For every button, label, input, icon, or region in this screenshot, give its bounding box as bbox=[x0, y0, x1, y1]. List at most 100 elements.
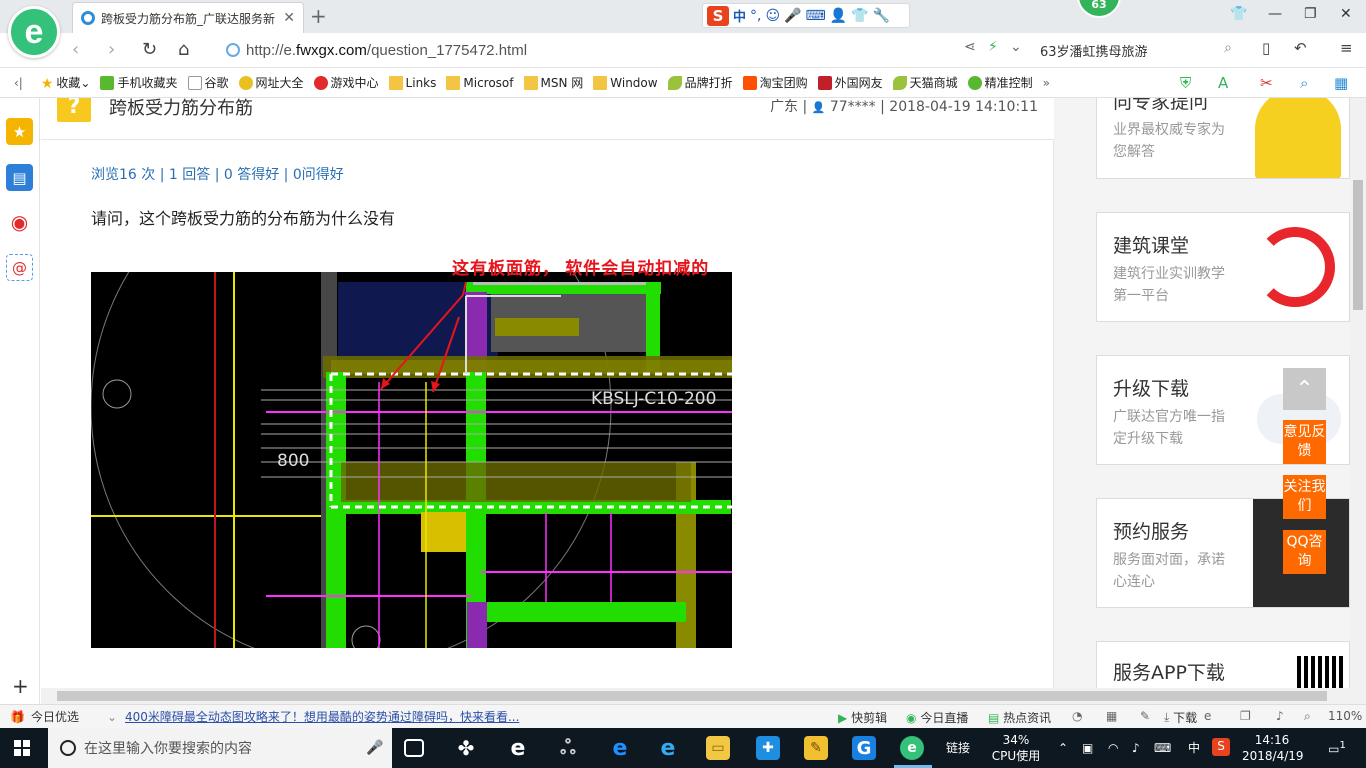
shield-icon[interactable]: ⛨ bbox=[1180, 74, 1191, 92]
browser-e-icon[interactable]: e bbox=[506, 736, 530, 761]
clock[interactable]: 14:16 2018/4/19 bbox=[1242, 732, 1304, 764]
live-today[interactable]: ◉ 今日直播 bbox=[906, 709, 968, 726]
site-security-icon[interactable] bbox=[226, 43, 240, 57]
volume-icon[interactable]: ♪ bbox=[1132, 740, 1140, 756]
sogou-icon[interactable]: S bbox=[707, 5, 729, 26]
search-icon[interactable]: ⌕ bbox=[1224, 40, 1232, 56]
ime-toolbar[interactable]: S 中 °, ☺ 🎤 ⌨ 👤 👕 🔧 bbox=[702, 3, 910, 28]
microphone-icon[interactable]: 🎤 bbox=[784, 8, 801, 24]
ime-indicator[interactable]: 中 bbox=[1188, 740, 1200, 756]
bookmark-item[interactable]: Links bbox=[388, 75, 436, 90]
scroll-thumb[interactable] bbox=[57, 691, 1327, 701]
ime-mode-label[interactable]: 中 bbox=[733, 6, 746, 25]
search-tool-icon[interactable]: ⌕ bbox=[1300, 74, 1308, 92]
bookmark-item[interactable]: 谷歌 bbox=[187, 74, 229, 91]
restore-icon[interactable]: ❐ bbox=[1304, 6, 1317, 22]
home-icon[interactable]: ⌂ bbox=[178, 39, 189, 60]
bookmark-item[interactable]: 手机收藏夹 bbox=[100, 74, 178, 91]
zoom-level[interactable]: 110% bbox=[1328, 709, 1362, 723]
sogou-tray-icon[interactable]: S bbox=[1212, 738, 1230, 756]
edge-icon[interactable]: e bbox=[608, 736, 632, 761]
scroll-thumb[interactable] bbox=[1353, 180, 1363, 310]
reading-list-icon[interactable]: ▤ bbox=[6, 164, 33, 191]
ie-icon[interactable]: e bbox=[656, 736, 680, 761]
browser-active-icon[interactable]: e bbox=[900, 736, 924, 760]
bookmark-item[interactable]: 精准控制 bbox=[967, 74, 1033, 91]
bookmarks-toggle-icon[interactable]: ‹| bbox=[14, 76, 23, 90]
zoom-icon[interactable]: ⌕ bbox=[1304, 709, 1311, 724]
back-to-top-icon[interactable]: ⌃ bbox=[1283, 368, 1326, 410]
share-icon[interactable]: ⋖ bbox=[964, 39, 976, 55]
speed-dial-icon[interactable]: ◔ bbox=[1072, 709, 1082, 723]
notes-app-icon[interactable]: ✎ bbox=[804, 736, 828, 760]
keyboard-icon[interactable]: ⌨ bbox=[1154, 740, 1171, 756]
screenshot-icon[interactable]: ✂ bbox=[1260, 74, 1273, 92]
url-field[interactable]: http://e. fwxgx.com/question_1775472.html bbox=[226, 38, 996, 62]
window-icon[interactable]: ❐ bbox=[1240, 709, 1251, 723]
ad-app-download[interactable]: 服务APP下载 bbox=[1096, 641, 1350, 688]
menu-icon[interactable]: ≡ bbox=[1340, 39, 1353, 57]
bookmark-item[interactable]: 网址大全 bbox=[238, 74, 304, 91]
minimize-icon[interactable]: — bbox=[1268, 6, 1282, 22]
tools-icon[interactable]: 🔧 bbox=[873, 8, 890, 24]
bookmark-item[interactable]: 外国网友 bbox=[817, 74, 883, 91]
volume-icon[interactable]: ♪ bbox=[1276, 709, 1284, 723]
bookmark-item[interactable]: ★ 收藏 ⌄ bbox=[41, 74, 91, 92]
taskbar-search[interactable]: 在这里输入你要搜索的内容 🎤 bbox=[48, 728, 392, 768]
mail-icon[interactable]: @ bbox=[6, 254, 33, 281]
ie-icon[interactable]: e bbox=[1204, 709, 1211, 723]
qr-code-icon[interactable] bbox=[1297, 656, 1345, 688]
user-icon[interactable]: 👤 bbox=[830, 8, 847, 24]
undo-icon[interactable]: ↶ bbox=[1294, 39, 1307, 57]
bookmark-item[interactable]: Window bbox=[593, 75, 658, 90]
weibo-icon[interactable]: ◉ bbox=[6, 208, 33, 235]
browser-logo-icon[interactable]: e bbox=[8, 6, 60, 58]
grid-icon[interactable]: ▦ bbox=[1334, 74, 1348, 92]
downloads[interactable]: ⤓ 下载 bbox=[1164, 709, 1197, 726]
calendar-icon[interactable]: ▦ bbox=[1106, 709, 1117, 723]
tab-active[interactable]: 跨板受力筋分布筋_广联达服务新 ✕ bbox=[72, 2, 304, 33]
vertical-scrollbar[interactable] bbox=[1350, 98, 1366, 704]
network-app-icon[interactable]: ✚ bbox=[756, 736, 780, 760]
bookmark-item[interactable]: 游戏中心 bbox=[313, 74, 379, 91]
search-box[interactable]: 63岁潘虹携母旅游 ⌕ bbox=[1040, 38, 1240, 62]
cpu-usage[interactable]: 34% CPU使用 bbox=[990, 732, 1042, 764]
ad-building-class[interactable]: 建筑课堂 建筑行业实训教学第一平台 bbox=[1096, 212, 1350, 322]
ime-punct-label[interactable]: °, bbox=[750, 8, 761, 24]
file-explorer-icon[interactable]: ▭ bbox=[706, 736, 730, 760]
speed-icon[interactable]: ⚡ bbox=[988, 39, 998, 55]
emoji-icon[interactable]: ☺ bbox=[765, 8, 780, 24]
bookmark-item[interactable]: 天猫商城 bbox=[892, 74, 958, 91]
dropdown-icon[interactable]: ⌄ bbox=[1010, 39, 1022, 55]
pin-icon[interactable]: ✎ bbox=[1140, 709, 1150, 723]
qq-consult-button[interactable]: QQ咨询 bbox=[1283, 530, 1326, 574]
fan-app-icon[interactable]: ✤ bbox=[454, 736, 478, 760]
horizontal-scrollbar[interactable] bbox=[41, 688, 1350, 704]
question-user[interactable]: 77**** bbox=[830, 99, 876, 115]
quick-clip[interactable]: ▶ 快剪辑 bbox=[838, 709, 887, 726]
wifi-icon[interactable]: ◠ bbox=[1108, 740, 1118, 756]
microphone-icon[interactable]: 🎤 bbox=[366, 740, 383, 756]
hot-news[interactable]: ▤ 热点资讯 bbox=[988, 709, 1051, 726]
task-view-icon[interactable] bbox=[404, 739, 424, 757]
keyboard-icon[interactable]: ⌨ bbox=[806, 8, 826, 24]
feedback-button[interactable]: 意见反馈 bbox=[1283, 420, 1326, 464]
favorites-icon[interactable]: ★ bbox=[6, 118, 33, 145]
more-bookmarks-icon[interactable]: » bbox=[1043, 76, 1050, 90]
close-window-icon[interactable]: ✕ bbox=[1340, 6, 1352, 22]
ad-ask-expert[interactable]: 向专家提问 业界最权威专家为您解答 bbox=[1096, 98, 1350, 179]
today-picks[interactable]: 今日优选 bbox=[31, 708, 79, 725]
news-ticker[interactable]: 400米障碍最全动态图攻略来了！想用最酷的姿势通过障碍吗，快来看看... bbox=[125, 708, 519, 725]
skin-icon[interactable]: 👕 bbox=[851, 8, 868, 24]
add-panel-icon[interactable]: + bbox=[12, 674, 29, 698]
bookmark-item[interactable]: MSN 网 bbox=[523, 74, 583, 91]
glodon-app-icon[interactable]: G bbox=[852, 736, 876, 760]
link-label[interactable]: 链接 bbox=[946, 740, 970, 756]
follow-button[interactable]: 关注我们 bbox=[1283, 475, 1326, 519]
tray-expand-icon[interactable]: ⌃ bbox=[1058, 740, 1068, 756]
translate-icon[interactable]: A bbox=[1218, 74, 1228, 92]
bookmark-item[interactable]: 淘宝团购 bbox=[742, 74, 808, 91]
forward-icon[interactable]: › bbox=[108, 39, 115, 60]
refresh-icon[interactable]: ↻ bbox=[142, 39, 157, 60]
bookmark-item[interactable]: Microsof bbox=[446, 75, 514, 90]
